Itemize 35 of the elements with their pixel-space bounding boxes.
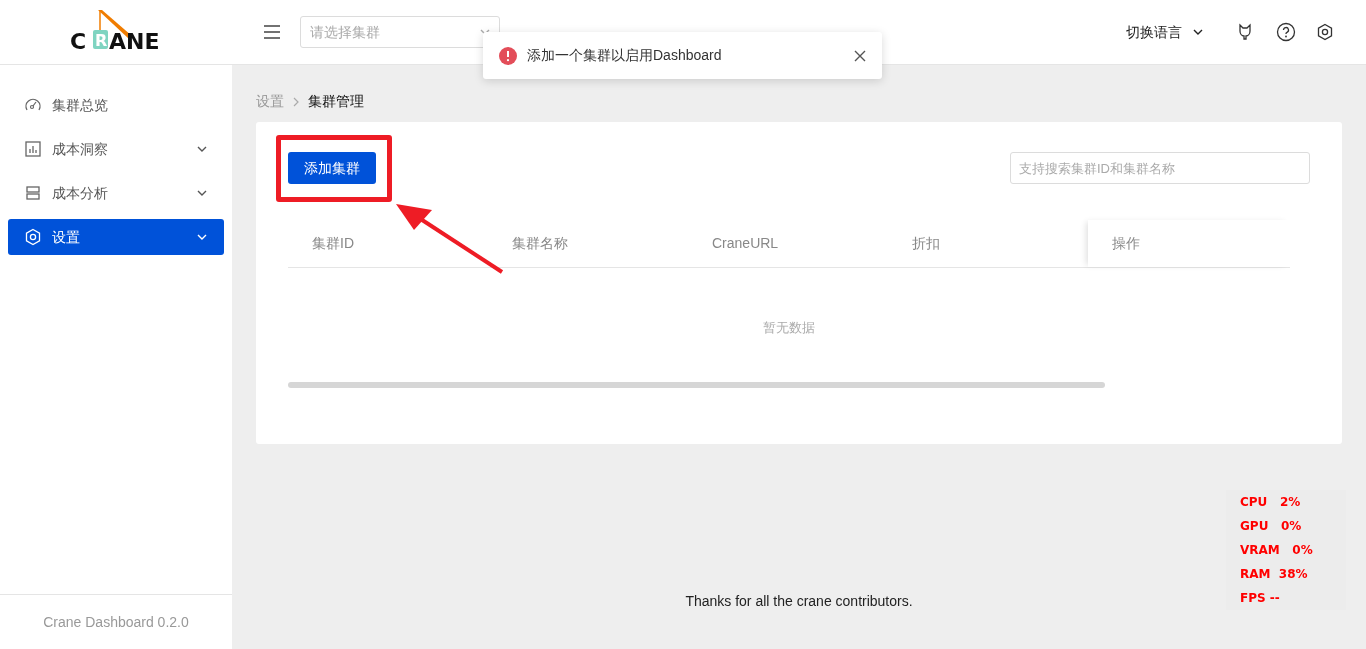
column-header: 集群名称	[512, 235, 568, 251]
bar-chart-icon	[24, 140, 42, 158]
help-icon[interactable]	[1276, 22, 1296, 42]
language-menu[interactable]: 切换语言	[1126, 21, 1204, 43]
column-header: 操作	[1112, 234, 1140, 253]
breadcrumb-item: 集群管理	[308, 92, 364, 111]
sidebar-item[interactable]: 集群总览	[8, 87, 224, 123]
stat-reading: RAM 38%	[1240, 566, 1308, 583]
toast-message: 添加一个集群以启用Dashboard	[527, 46, 723, 65]
column-header: 折扣	[912, 235, 940, 251]
chevron-right-icon	[292, 96, 300, 107]
error-icon	[499, 46, 517, 65]
add-cluster-button[interactable]: 添加集群	[288, 152, 376, 184]
settings-icon[interactable]	[1316, 23, 1334, 41]
github-icon[interactable]	[1236, 23, 1254, 41]
footer-text: Thanks for all the crane contributors.	[685, 592, 913, 611]
stat-reading: CPU 2%	[1240, 494, 1301, 511]
cluster-select[interactable]: 请选择集群	[300, 16, 500, 48]
sidebar-item[interactable]: 成本洞察	[8, 131, 224, 167]
stat-reading: GPU 0%	[1240, 518, 1302, 535]
stat-reading: FPS --	[1240, 590, 1280, 607]
empty-text: 暂无数据	[763, 319, 815, 338]
settings-icon	[24, 228, 42, 246]
column-header: 集群ID	[312, 235, 354, 251]
version-label: Crane Dashboard 0.2.0	[0, 594, 232, 649]
sidebar-item[interactable]: 成本分析	[8, 175, 224, 211]
stat-reading: VRAM 0%	[1240, 542, 1313, 559]
scrollbar[interactable]	[288, 382, 1105, 388]
close-icon[interactable]	[854, 49, 866, 62]
column-header: CraneURL	[712, 235, 779, 251]
layers-icon	[24, 184, 42, 202]
menu-icon[interactable]	[263, 25, 281, 39]
sidebar-item[interactable]: 设置	[8, 219, 224, 255]
crane-logo: C RANE	[66, 6, 166, 58]
search-field[interactable]: 支持搜索集群ID和集群名称	[1010, 152, 1310, 184]
